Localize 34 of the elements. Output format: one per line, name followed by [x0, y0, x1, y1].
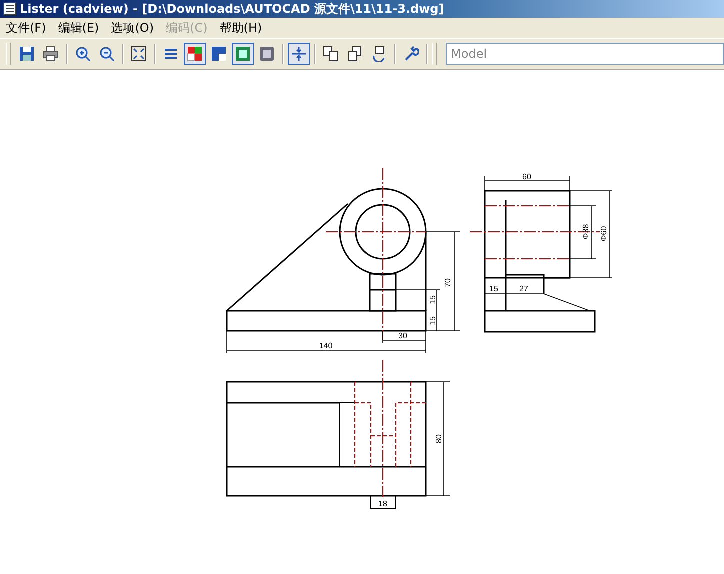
pages-icon: [347, 46, 363, 62]
checker-squares-icon: [211, 46, 227, 62]
app-icon: [3, 2, 17, 16]
layers-icon: [163, 46, 179, 62]
menu-item[interactable]: 文件(F): [0, 20, 52, 36]
framed-square-icon: [235, 46, 251, 62]
dimension-text: 15: [490, 284, 498, 294]
divide-line-icon: [291, 46, 307, 62]
dimension-text: 15: [428, 296, 438, 304]
pages-icon: [323, 46, 339, 62]
color-squares-icon: [187, 46, 203, 62]
rotate-icon: [371, 46, 387, 62]
dimension-text: 60: [522, 172, 532, 182]
dimension-text: Φ60: [600, 226, 608, 242]
dimension-text: 27: [520, 284, 528, 294]
zoom-out-icon: [99, 46, 115, 62]
dimension-text: 18: [378, 500, 388, 508]
menu-item[interactable]: 选项(O): [105, 20, 160, 36]
menu-item[interactable]: 编辑(E): [52, 20, 106, 36]
window-title: Lister (cadview) - [D:\Downloads\AUTOCAD 源文件\11\11-3.dwg]: [20, 0, 444, 18]
layout-field[interactable]: Model: [446, 43, 724, 65]
dimension-text: 80: [434, 434, 444, 444]
toolbar-button[interactable]: [288, 43, 310, 65]
dimension-text: 140: [319, 342, 333, 350]
dimension-text: 30: [398, 332, 408, 340]
dimension-text: Φ38: [582, 224, 590, 240]
rounded-square-icon: [259, 46, 275, 62]
zoom-in-icon: [75, 46, 91, 62]
wrench-icon: [403, 46, 419, 62]
dimension-text: 15: [428, 316, 438, 326]
menu-item[interactable]: 帮助(H): [214, 20, 268, 36]
printer-icon: [43, 46, 59, 62]
dimension-text: 70: [444, 278, 452, 288]
fit-view-icon: [131, 46, 147, 62]
